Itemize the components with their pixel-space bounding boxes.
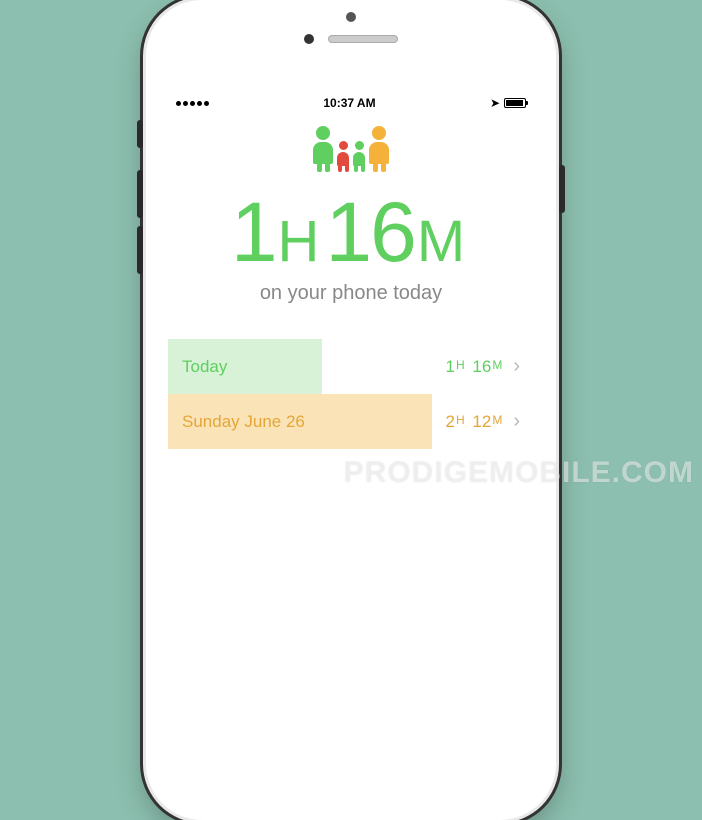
row-value: 2H 12M xyxy=(446,412,506,432)
hero-subtitle: on your phone today xyxy=(168,282,534,305)
battery-icon xyxy=(504,98,526,108)
status-bar: 10:37 AM ➤ xyxy=(168,92,534,112)
history-list: Today 1H 16M › Sunday June 26 2H 12M › xyxy=(168,339,534,449)
volume-down-button[interactable] xyxy=(137,226,143,274)
row-label: Sunday June 26 xyxy=(182,412,305,432)
front-camera xyxy=(304,34,314,44)
hero-hours-unit: H xyxy=(278,209,318,274)
mute-switch[interactable] xyxy=(137,120,143,148)
screen: 10:37 AM ➤ xyxy=(168,92,534,720)
history-row[interactable]: Sunday June 26 2H 12M › xyxy=(168,394,534,449)
proximity-sensor xyxy=(346,12,356,22)
location-arrow-icon: ➤ xyxy=(490,96,500,110)
chevron-right-icon: › xyxy=(513,410,520,433)
hero-minutes-unit: M xyxy=(417,209,463,274)
volume-up-button[interactable] xyxy=(137,170,143,218)
phone-speaker-area xyxy=(146,34,556,44)
row-value: 1H 16M xyxy=(446,357,506,377)
signal-dots-icon xyxy=(176,101,209,106)
history-row[interactable]: Today 1H 16M › xyxy=(168,339,534,394)
family-icon xyxy=(168,126,534,172)
hero-hours: 1 xyxy=(231,185,276,279)
app-content: 1H16M on your phone today Today 1H 16M ›… xyxy=(168,112,534,449)
hero-minutes: 16 xyxy=(325,185,414,279)
row-label: Today xyxy=(182,357,227,377)
hero-time: 1H16M xyxy=(168,190,534,274)
phone-frame: 10:37 AM ➤ xyxy=(146,0,556,820)
chevron-right-icon: › xyxy=(513,355,520,378)
earpiece xyxy=(328,35,398,43)
power-button[interactable] xyxy=(559,165,565,213)
status-time: 10:37 AM xyxy=(323,96,375,110)
